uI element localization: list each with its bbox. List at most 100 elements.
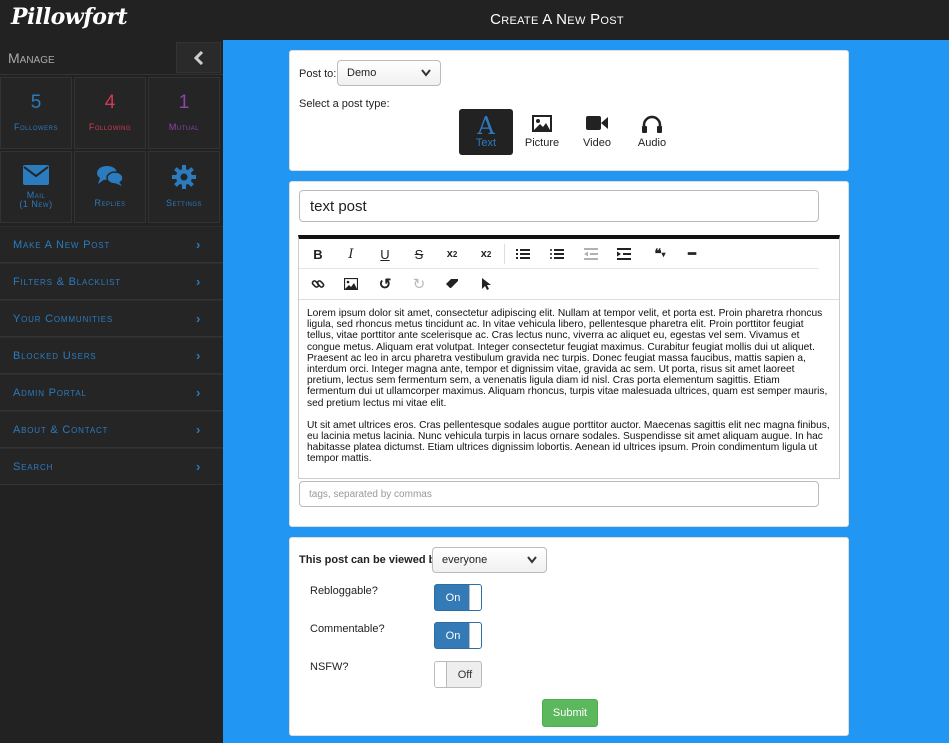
strikethrough-icon[interactable]: S — [406, 244, 432, 264]
post-title-input[interactable] — [299, 190, 819, 222]
post-to-label: Post to: — [299, 68, 337, 80]
viewed-by-label: This post can be viewed by: — [299, 554, 446, 566]
post-type-label: Select a post type: — [299, 98, 390, 110]
following-stat[interactable]: 4 Following — [74, 77, 146, 149]
sidebar: Manage 5 Followers 4 Following 1 Mutual … — [0, 40, 223, 743]
sidebar-menu: Make A New Post › Filters & Blacklist › Yo… — [0, 226, 223, 485]
underline-icon[interactable]: U — [372, 244, 398, 264]
sidebar-item-label: Filters & Blacklist — [13, 276, 121, 288]
blockquote-icon[interactable]: ❝ ▾ — [645, 244, 675, 264]
viewed-by-value: everyone — [442, 554, 488, 566]
followers-label: Followers — [13, 122, 58, 132]
nsfw-toggle[interactable]: Off — [434, 661, 482, 688]
outdent-icon[interactable] — [578, 244, 604, 264]
sidebar-item-label: Make A New Post — [13, 239, 111, 251]
nsfw-label: NSFW? — [310, 661, 349, 673]
sidebar-item-label: Admin Portal — [13, 387, 87, 399]
link-icon[interactable] — [305, 274, 331, 294]
horizontal-rule-icon[interactable]: ━ — [679, 244, 705, 264]
chevron-right-icon: › — [196, 422, 201, 437]
settings-button[interactable]: Settings — [148, 151, 220, 223]
following-label: Following — [88, 122, 132, 132]
envelope-icon — [23, 165, 49, 185]
indent-icon[interactable] — [611, 244, 637, 264]
post-type-text-label: Text — [475, 137, 497, 149]
collapse-sidebar-button[interactable] — [176, 42, 221, 73]
sidebar-item-search[interactable]: Search › — [0, 448, 223, 485]
sidebar-item-admin-portal[interactable]: Admin Portal › — [0, 374, 223, 411]
toolbar-divider — [504, 244, 505, 264]
pointer-icon[interactable] — [473, 274, 499, 294]
italic-icon[interactable]: I — [338, 244, 364, 264]
mutual-label: Mutual — [168, 122, 200, 132]
image-icon[interactable] — [338, 274, 364, 294]
redo-icon[interactable]: ↻ — [406, 274, 432, 294]
unordered-list-icon[interactable] — [544, 244, 570, 264]
commentable-toggle[interactable]: On — [434, 622, 482, 649]
text-font-icon: A — [477, 112, 495, 140]
picture-icon — [532, 115, 552, 132]
sidebar-item-filters-blacklist[interactable]: Filters & Blacklist › — [0, 263, 223, 300]
post-type-text-button[interactable]: A Text — [459, 109, 513, 155]
followers-stat[interactable]: 5 Followers — [0, 77, 72, 149]
bold-icon[interactable]: B — [305, 244, 331, 264]
sidebar-item-blocked-users[interactable]: Blocked Users › — [0, 337, 223, 374]
rebloggable-toggle[interactable]: On — [434, 584, 482, 611]
chevron-left-icon — [193, 50, 203, 66]
superscript-icon[interactable]: x2 — [473, 244, 499, 264]
sidebar-item-label: Search — [13, 461, 54, 473]
replies-button[interactable]: Replies — [74, 151, 146, 223]
mail-button[interactable]: Mail (1 New) — [0, 151, 72, 223]
sidebar-item-label: Your Communities — [13, 313, 114, 325]
manage-label: Manage — [8, 50, 55, 66]
sidebar-item-about-contact[interactable]: About & Contact › — [0, 411, 223, 448]
mutual-count: 1 — [178, 92, 190, 113]
toggle-state: Off — [457, 669, 473, 681]
video-camera-icon — [586, 116, 608, 130]
post-options-panel: This post can be viewed by: everyone Reb… — [289, 537, 849, 736]
following-count: 4 — [104, 92, 116, 113]
toggle-state: On — [445, 630, 461, 642]
post-to-select[interactable]: Demo — [337, 60, 441, 86]
toggle-knob — [469, 623, 481, 648]
post-type-video-button[interactable]: Video — [570, 109, 624, 155]
sidebar-item-make-new-post[interactable]: Make A New Post › — [0, 226, 223, 263]
followers-count: 5 — [30, 92, 42, 113]
chevron-down-icon — [527, 556, 537, 564]
manage-header: Manage — [0, 40, 223, 75]
chevron-right-icon: › — [196, 274, 201, 289]
sidebar-item-label: About & Contact — [13, 424, 109, 436]
headphones-icon — [642, 115, 662, 133]
submit-button[interactable]: Submit — [542, 699, 598, 727]
post-to-value: Demo — [347, 67, 377, 79]
page-title: Create A New Post — [490, 11, 624, 28]
post-editor-panel: B I U S x2 x2 ❝▾ ━ ↺ ↻ — [289, 181, 849, 527]
eraser-icon[interactable] — [439, 274, 465, 294]
undo-icon[interactable]: ↺ — [372, 274, 398, 294]
chevron-right-icon: › — [196, 348, 201, 363]
viewed-by-select[interactable]: everyone — [432, 547, 547, 573]
ordered-list-icon[interactable] — [510, 244, 536, 264]
post-type-audio-label: Audio — [637, 137, 667, 149]
post-type-picture-button[interactable]: Picture — [515, 109, 569, 155]
mail-new-count: (1 New) — [19, 199, 53, 209]
toggle-knob — [469, 585, 481, 610]
subscript-icon[interactable]: x2 — [439, 244, 465, 264]
post-type-video-label: Video — [583, 137, 611, 149]
post-setup-panel: Post to: Demo Select a post type: A Text… — [289, 50, 849, 171]
toggle-knob — [435, 662, 447, 687]
rebloggable-label: Rebloggable? — [310, 585, 378, 597]
chevron-down-icon — [421, 69, 431, 77]
settings-label: Settings — [165, 198, 202, 208]
chevron-right-icon: › — [196, 311, 201, 326]
editor-content-area[interactable]: Lorem ipsum dolor sit amet, consectetur … — [299, 299, 839, 475]
post-type-audio-button[interactable]: Audio — [625, 109, 679, 155]
rich-text-editor: B I U S x2 x2 ❝ ▾ ━ ↺ ↻ Lorem ipsum dolo… — [298, 235, 840, 479]
sidebar-item-your-communities[interactable]: Your Communities › — [0, 300, 223, 337]
mutual-stat[interactable]: 1 Mutual — [148, 77, 220, 149]
top-bar: Pillowfort Create A New Post — [0, 0, 949, 40]
paragraph: Ut sit amet ultrices eros. Cras pellente… — [307, 419, 830, 465]
post-type-picture-label: Picture — [524, 137, 560, 149]
tags-input[interactable] — [299, 481, 819, 507]
editor-toolbar: B I U S x2 x2 ❝ ▾ ━ ↺ ↻ — [299, 239, 839, 299]
